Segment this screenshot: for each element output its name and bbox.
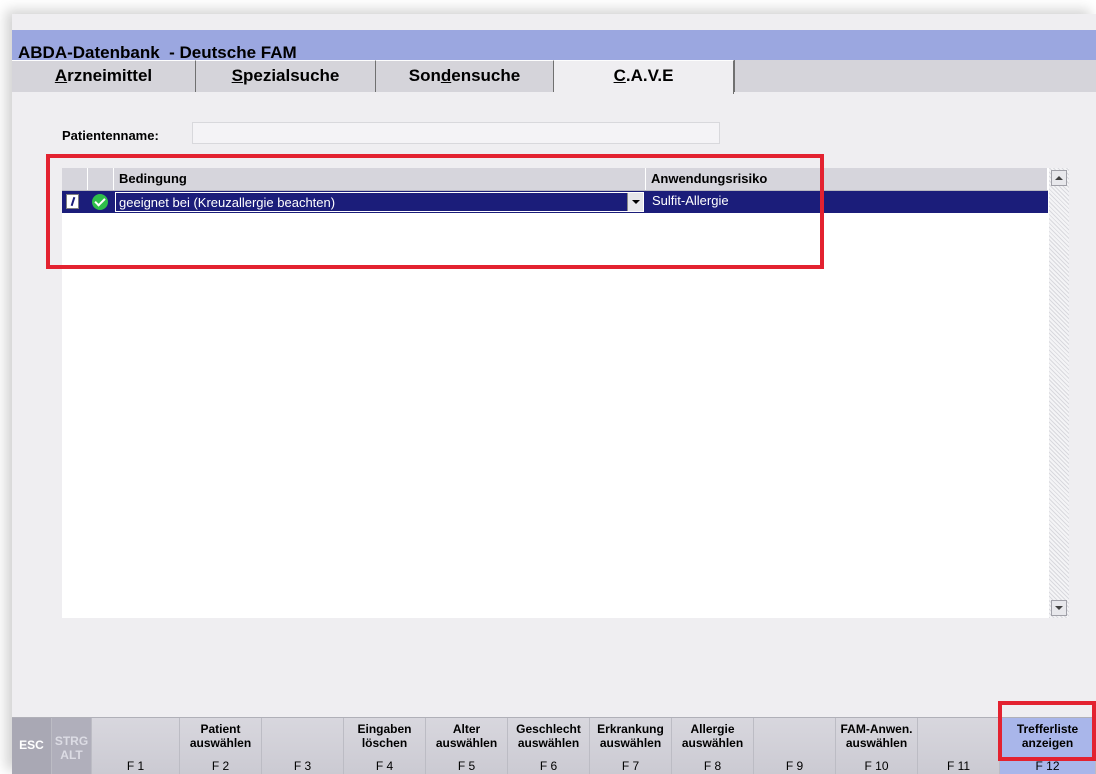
risk-value: Sulfit-Allergie xyxy=(652,193,729,208)
app-window: ABDA-Datenbank - Deutsche FAM Arzneimitt… xyxy=(12,14,1096,774)
patient-name-input[interactable] xyxy=(192,122,720,144)
f12-show-results-button[interactable]: Trefferliste anzeigen F 12 xyxy=(1000,718,1096,774)
vertical-scrollbar[interactable] xyxy=(1049,168,1069,618)
tab-bar-filler xyxy=(734,60,1096,92)
tab-cave[interactable]: C.A.V.E xyxy=(554,60,734,94)
tab-arzneimittel[interactable]: Arzneimittel xyxy=(12,60,196,92)
f8-allergy-select-button[interactable]: Allergie auswählen F 8 xyxy=(672,718,754,774)
esc-key[interactable]: ESC xyxy=(12,718,52,774)
condition-value: geeignet bei (Kreuzallergie beachten) xyxy=(119,195,336,210)
header-status-column xyxy=(88,168,114,190)
strg-alt-key[interactable]: STRG ALT xyxy=(52,718,92,774)
cave-grid: Bedingung Anwendungsrisiko geeignet bei … xyxy=(62,168,1069,618)
f7-disease-select-button[interactable]: Erkrankung auswählen F 7 xyxy=(590,718,672,774)
dropdown-arrow-icon[interactable] xyxy=(627,193,643,211)
row-edit-icon xyxy=(66,194,79,209)
f1-button[interactable]: F 1 xyxy=(92,718,180,774)
condition-dropdown[interactable]: geeignet bei (Kreuzallergie beachten) xyxy=(115,192,644,212)
header-anwendungsrisiko[interactable]: Anwendungsrisiko xyxy=(646,168,1048,190)
patient-name-label: Patientenname: xyxy=(62,128,159,143)
tab-bar: Arzneimittel Spezialsuche Sondensuche C.… xyxy=(12,60,1096,94)
f2-patient-select-button[interactable]: Patient auswählen F 2 xyxy=(180,718,262,774)
f5-age-select-button[interactable]: Alter auswählen F 5 xyxy=(426,718,508,774)
grid-header: Bedingung Anwendungsrisiko xyxy=(62,168,1048,191)
header-marker-column xyxy=(62,168,88,190)
function-key-bar: ESC STRG ALT F 1 Patient auswählen F 2 F… xyxy=(12,717,1096,774)
f6-gender-select-button[interactable]: Geschlecht auswählen F 6 xyxy=(508,718,590,774)
check-circle-icon xyxy=(92,194,108,210)
tab-spezialsuche[interactable]: Spezialsuche xyxy=(196,60,376,92)
tab-sondensuche[interactable]: Sondensuche xyxy=(376,60,554,92)
header-bedingung[interactable]: Bedingung xyxy=(114,168,646,190)
scroll-up-icon[interactable] xyxy=(1051,170,1067,186)
scroll-down-icon[interactable] xyxy=(1051,600,1067,616)
f4-clear-inputs-button[interactable]: Eingaben löschen F 4 xyxy=(344,718,426,774)
f3-button[interactable]: F 3 xyxy=(262,718,344,774)
f11-button[interactable]: F 11 xyxy=(918,718,1000,774)
table-row[interactable]: geeignet bei (Kreuzallergie beachten) Su… xyxy=(62,191,1048,213)
f9-button[interactable]: F 9 xyxy=(754,718,836,774)
f10-fam-application-button[interactable]: FAM-Anwen. auswählen F 10 xyxy=(836,718,918,774)
